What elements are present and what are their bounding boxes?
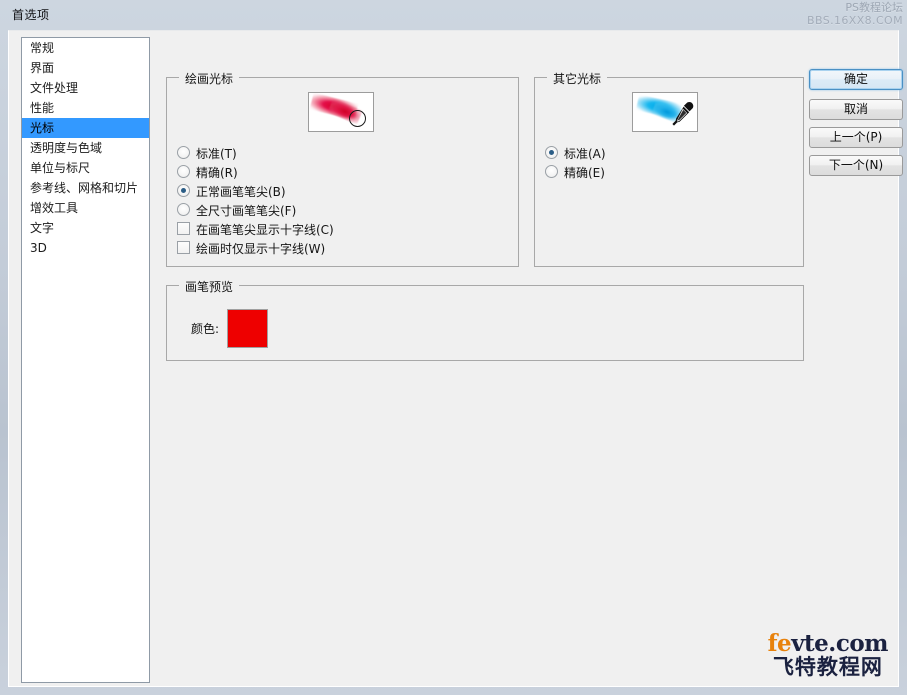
brush-preview-color-swatch[interactable] (227, 309, 268, 348)
sidebar-item[interactable]: 透明度与色域 (22, 138, 149, 158)
painting-cursors-group: 绘画光标 标准(T) 精确(R) 正常画笔笔尖(B) 全尺寸画笔笔尖(F) 在画笔笔尖显… (166, 70, 519, 267)
preferences-window: 首选项 PS教程论坛 BBS.16XX8.COM 常规 界面 文件处理 性能 光标 透明度… (0, 0, 907, 695)
other-cursors-group: 其它光标 标准(A) 精确(E) (534, 70, 804, 267)
radio-option[interactable]: 全尺寸画笔笔尖(F) (177, 201, 296, 219)
sidebar-item[interactable]: 性能 (22, 98, 149, 118)
category-listbox[interactable]: 常规 界面 文件处理 性能 光标 透明度与色域 单位与标尺 参考线、网格和切片 增效工具 文字 3D (21, 37, 150, 683)
fevte-watermark-domain-accent: fe (767, 630, 792, 657)
fevte-watermark-domain: fevte.com (767, 630, 889, 657)
forum-watermark-line2: BBS.16XX8.COM (807, 14, 903, 27)
window-title: 首选项 (12, 8, 50, 22)
sidebar-item[interactable]: 增效工具 (22, 198, 149, 218)
cancel-button[interactable]: 取消 (809, 99, 903, 120)
other-cursor-preview (632, 92, 698, 132)
option-label: 精确(R) (196, 165, 238, 180)
radio-button-icon[interactable] (177, 184, 190, 197)
brush-preview-title: 画笔预览 (179, 278, 240, 295)
option-label: 标准(T) (196, 146, 237, 161)
fevte-watermark-domain-rest: vte.com (791, 630, 888, 657)
sidebar-item[interactable]: 文字 (22, 218, 149, 238)
sidebar-item[interactable]: 3D (22, 238, 149, 258)
option-label: 在画笔笔尖显示十字线(C) (196, 222, 334, 237)
sidebar-item[interactable]: 文件处理 (22, 78, 149, 98)
checkbox-icon[interactable] (177, 241, 190, 254)
option-label: 标准(A) (564, 146, 606, 161)
title-bar[interactable]: 首选项 PS教程论坛 BBS.16XX8.COM (0, 0, 907, 30)
ok-button[interactable]: 确定 (809, 69, 903, 90)
sidebar-item[interactable]: 参考线、网格和切片 (22, 178, 149, 198)
radio-option[interactable]: 正常画笔笔尖(B) (177, 182, 286, 200)
checkbox-option[interactable]: 在画笔笔尖显示十字线(C) (177, 220, 334, 238)
sidebar-item[interactable]: 常规 (22, 38, 149, 58)
radio-option[interactable]: 标准(A) (545, 144, 606, 162)
dialog-client-area: 常规 界面 文件处理 性能 光标 透明度与色域 单位与标尺 参考线、网格和切片 增效工具 文字 3D… (8, 30, 903, 687)
previous-button[interactable]: 上一个(P) (809, 127, 903, 148)
sidebar-item[interactable]: 单位与标尺 (22, 158, 149, 178)
next-button[interactable]: 下一个(N) (809, 155, 903, 176)
radio-option[interactable]: 标准(T) (177, 144, 237, 162)
painting-cursor-preview (308, 92, 374, 132)
radio-option[interactable]: 精确(R) (177, 163, 238, 181)
fevte-watermark: fevte.com 飞特教程网 (767, 630, 889, 679)
option-label: 全尺寸画笔笔尖(F) (196, 203, 297, 218)
sidebar-item[interactable]: 界面 (22, 58, 149, 78)
brush-preview-group: 画笔预览 颜色: (166, 278, 804, 361)
radio-button-icon[interactable] (545, 165, 558, 178)
option-label: 绘画时仅显示十字线(W) (196, 241, 326, 256)
radio-button-icon[interactable] (177, 165, 190, 178)
checkbox-option[interactable]: 绘画时仅显示十字线(W) (177, 239, 325, 257)
radio-button-icon[interactable] (177, 203, 190, 216)
checkbox-icon[interactable] (177, 222, 190, 235)
forum-watermark-top: PS教程论坛 BBS.16XX8.COM (807, 1, 903, 27)
eyedropper-icon (672, 102, 694, 126)
brush-tip-circle-icon (349, 110, 366, 127)
other-cursors-title: 其它光标 (547, 70, 608, 87)
sidebar-item[interactable]: 光标 (22, 118, 149, 138)
option-label: 正常画笔笔尖(B) (196, 184, 286, 199)
brush-preview-color-label: 颜色: (191, 322, 220, 336)
radio-button-icon[interactable] (177, 146, 190, 159)
painting-cursors-title: 绘画光标 (179, 70, 240, 87)
fevte-watermark-subtitle: 飞特教程网 (772, 655, 883, 679)
radio-option[interactable]: 精确(E) (545, 163, 605, 181)
radio-button-icon[interactable] (545, 146, 558, 159)
option-label: 精确(E) (564, 165, 605, 180)
forum-watermark-line1: PS教程论坛 (845, 1, 903, 14)
